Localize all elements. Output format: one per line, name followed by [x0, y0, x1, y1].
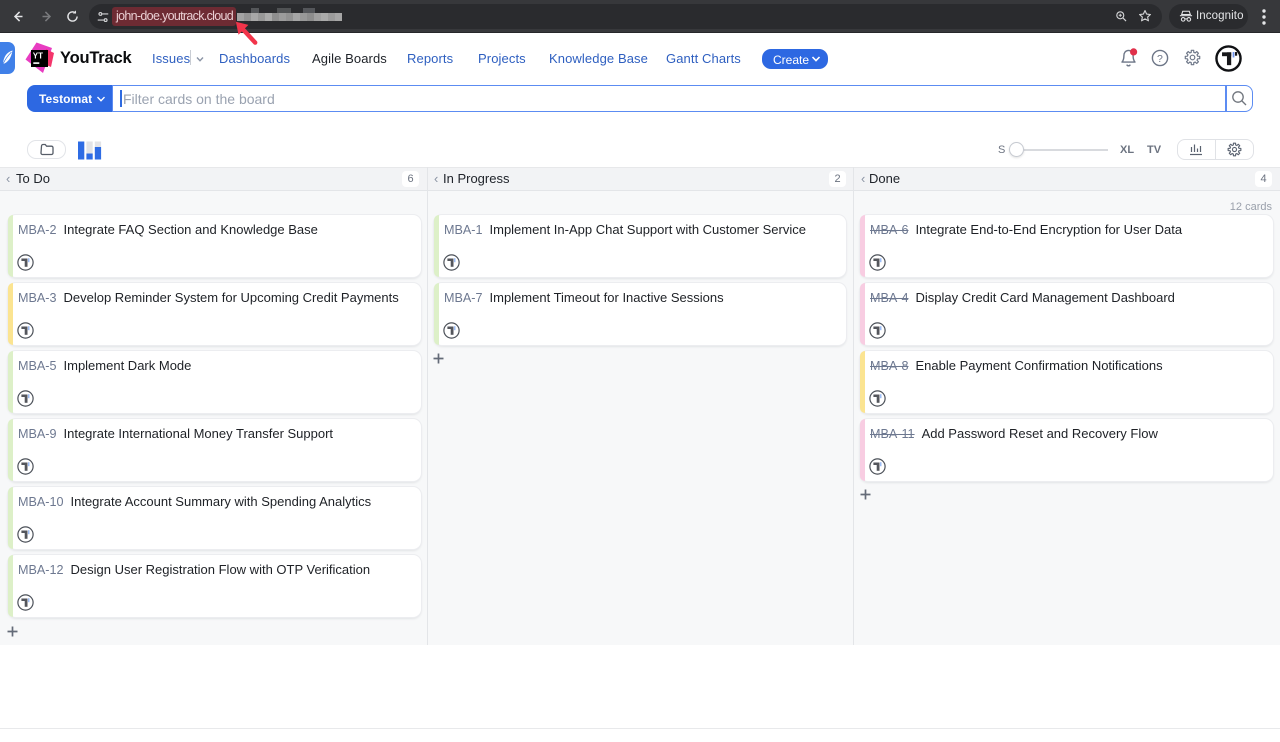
svg-text:YT: YT	[33, 51, 43, 60]
svg-text:?: ?	[1157, 53, 1163, 65]
